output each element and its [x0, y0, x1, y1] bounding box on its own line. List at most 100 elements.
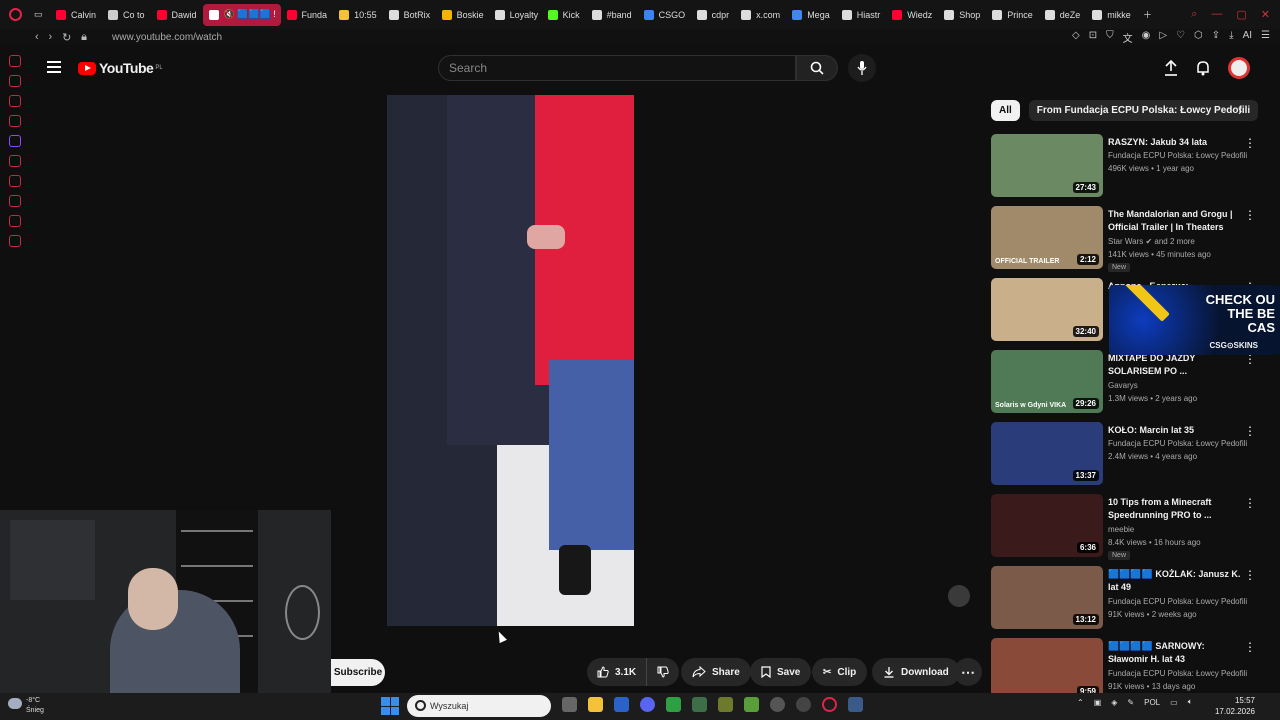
taskbar-search[interactable]: Wyszukaj — [407, 695, 551, 717]
tray-icon-2[interactable]: ◈ — [1111, 698, 1117, 707]
recommendation-item[interactable]: Solaris w Gdyni VIKA 29:26 MIXTAPE DO JAZD… — [991, 350, 1261, 418]
eye-icon[interactable]: ◉ — [1142, 30, 1151, 45]
sidebar-icon-9[interactable] — [9, 215, 21, 227]
history-icon[interactable] — [9, 195, 21, 207]
more-options-icon[interactable]: ⋮ — [1244, 209, 1256, 221]
browser-tab[interactable]: Wiedz — [886, 4, 938, 26]
app-icon-olive[interactable] — [718, 697, 733, 712]
recommendation-item[interactable]: 13:12 🟦🟦🟦🟦 KOŻLAK: Janusz K. lat 49 Fundac… — [991, 566, 1261, 634]
video-thumbnail[interactable]: Solaris w Gdyni VIKA 29:26 — [991, 350, 1103, 413]
video-thumbnail[interactable]: 6:36 — [991, 494, 1103, 557]
channel-name[interactable]: Fundacja ECPU Polska: Łowcy Pedofili — [1108, 669, 1247, 678]
url-field[interactable]: www.youtube.com/watch — [112, 32, 222, 43]
minimize-button[interactable]: — — [1211, 8, 1222, 21]
app-icon-steam[interactable] — [796, 697, 811, 712]
recommendation-item[interactable]: OFFICIAL TRAILER 2:12 The Mandalorian and … — [991, 206, 1261, 274]
browser-tab[interactable]: deZe — [1039, 4, 1087, 26]
taskbar-clock[interactable]: 15:57 17.02.2026 — [1215, 695, 1255, 717]
menu-icon[interactable]: ☰ — [1261, 30, 1270, 45]
video-thumbnail[interactable]: 13:37 — [991, 422, 1103, 485]
channel-name[interactable]: Fundacja ECPU Polska: Łowcy Pedofili — [1108, 439, 1247, 448]
browser-tab[interactable]: Calvin — [50, 4, 102, 26]
browser-tab[interactable]: BotRix — [383, 4, 436, 26]
sidebar-icon-1[interactable] — [9, 55, 21, 67]
download-icon[interactable]: ⤓ — [1229, 30, 1233, 45]
translate-icon[interactable]: 文 — [1123, 30, 1133, 45]
search-tabs-icon[interactable]: ⌕ — [1191, 8, 1197, 21]
browser-tab[interactable]: Boskie — [436, 4, 489, 26]
sidebar-icon-7[interactable] — [9, 175, 21, 187]
tray-icon-1[interactable]: ▣ — [1094, 698, 1102, 707]
discord-icon[interactable] — [640, 697, 655, 712]
video-title[interactable]: The Mandalorian and Grogu | Official Tra… — [1108, 208, 1246, 236]
browser-tab[interactable]: Prince — [986, 4, 1039, 26]
channel-name[interactable]: meebie — [1108, 525, 1134, 534]
weather-widget[interactable]: -8°C Śnieg — [8, 696, 44, 716]
browser-tab[interactable]: x.com — [735, 4, 786, 26]
browser-tab[interactable]: Co to — [102, 4, 151, 26]
more-options-icon[interactable]: ⋮ — [1244, 137, 1256, 149]
browser-tab[interactable]: 10:55 — [333, 4, 383, 26]
task-view-icon[interactable] — [562, 697, 577, 712]
more-options-icon[interactable]: ⋮ — [1244, 353, 1256, 365]
tab-list-icon[interactable]: ▭ — [30, 4, 50, 26]
video-title[interactable]: MIXTAPE DO JAZDY SOLARISEM PO ... — [1108, 352, 1246, 378]
sidebar-icon-6[interactable] — [9, 155, 21, 167]
new-tab-button[interactable]: ＋ — [1137, 4, 1158, 26]
browser-tab[interactable]: cdpr — [691, 4, 736, 26]
video-thumbnail[interactable]: 9:59 — [991, 638, 1103, 701]
save-button[interactable]: Save — [750, 658, 812, 686]
browser-tab[interactable]: Kick — [542, 4, 586, 26]
browser-tab[interactable]: Funda — [281, 4, 334, 26]
maximize-button[interactable]: ▢ — [1236, 8, 1246, 21]
video-title[interactable]: 10 Tips from a Minecraft Speedrunning PR… — [1108, 496, 1246, 522]
notifications-bell-icon[interactable] — [1196, 60, 1210, 76]
video-title[interactable]: RASZYN: Jakub 34 lata — [1108, 136, 1246, 149]
more-options-icon[interactable]: ⋮ — [1244, 425, 1256, 437]
opera-gx-taskbar-icon[interactable] — [822, 697, 837, 712]
video-title[interactable]: KOŁO: Marcin lat 35 — [1108, 424, 1246, 437]
browser-tab[interactable]: 🔇 🟦🟦🟦 ! — [202, 3, 281, 26]
video-thumbnail[interactable]: OFFICIAL TRAILER 2:12 — [991, 206, 1103, 269]
channel-name[interactable]: Fundacja ECPU Polska: Łowcy Pedofili — [1108, 597, 1247, 606]
ad-banner[interactable]: CHECK OU THE BE CAS CSG⊙SKINS — [1109, 285, 1280, 355]
channel-name[interactable]: Fundacja ECPU Polska: Łowcy Pedofili — [1108, 151, 1247, 160]
browser-tab[interactable]: Hiastr — [836, 4, 887, 26]
recommendation-item[interactable]: 13:37 KOŁO: Marcin lat 35 Fundacja ECPU Po… — [991, 422, 1261, 490]
video-player[interactable] — [387, 95, 634, 626]
channel-name[interactable]: Gavarys — [1108, 381, 1138, 390]
filter-chip[interactable]: From Fundacja ECPU Polska: Łowcy Pedofil… — [1028, 100, 1259, 121]
twitch-icon[interactable] — [9, 135, 21, 147]
sidebar-icon-3[interactable] — [9, 95, 21, 107]
sidebar-icon-4[interactable] — [9, 115, 21, 127]
browser-tab[interactable]: #band — [586, 4, 638, 26]
download-button[interactable]: Download — [872, 658, 960, 686]
recommendation-item[interactable]: 6:36 10 Tips from a Minecraft Speedrunnin… — [991, 494, 1261, 562]
settings-icon[interactable] — [9, 235, 21, 247]
tray-icon-3[interactable]: ✎ — [1127, 698, 1134, 707]
app-icon-circle[interactable] — [770, 697, 785, 712]
account-avatar[interactable] — [1228, 57, 1250, 79]
extensions-icon[interactable]: ⬡ — [1194, 30, 1203, 45]
app-icon-stack[interactable] — [692, 697, 707, 712]
language-indicator[interactable]: POL — [1144, 698, 1160, 707]
app-icon-m[interactable] — [614, 697, 629, 712]
more-options-icon[interactable]: ⋮ — [1244, 497, 1256, 509]
sidebar-icon-2[interactable] — [9, 75, 21, 87]
app-icon-green[interactable] — [666, 697, 681, 712]
more-actions-button[interactable]: ⋯ — [954, 658, 982, 686]
screenshot-icon[interactable]: ⊡ — [1089, 30, 1097, 45]
reload-icon[interactable]: ↻ — [62, 31, 71, 44]
clip-button[interactable]: ✂ Clip — [812, 658, 868, 686]
dislike-button[interactable] — [647, 658, 679, 686]
video-title[interactable]: 🟦🟦🟦🟦 KOŻLAK: Janusz K. lat 49 — [1108, 568, 1246, 594]
hamburger-menu-icon[interactable] — [47, 61, 61, 76]
tray-chevron-icon[interactable]: ⌃ — [1077, 698, 1084, 707]
minecraft-icon[interactable] — [744, 697, 759, 712]
voice-search-button[interactable] — [848, 54, 876, 82]
share-button[interactable]: Share — [681, 658, 751, 686]
browser-tab[interactable]: mikke — [1086, 4, 1137, 26]
video-thumbnail[interactable]: 27:43 — [991, 134, 1103, 197]
filter-chip[interactable]: All — [991, 100, 1020, 121]
video-title[interactable]: 🟦🟦🟦🟦 SARNOWY: Sławomir H. lat 43 — [1108, 640, 1246, 666]
